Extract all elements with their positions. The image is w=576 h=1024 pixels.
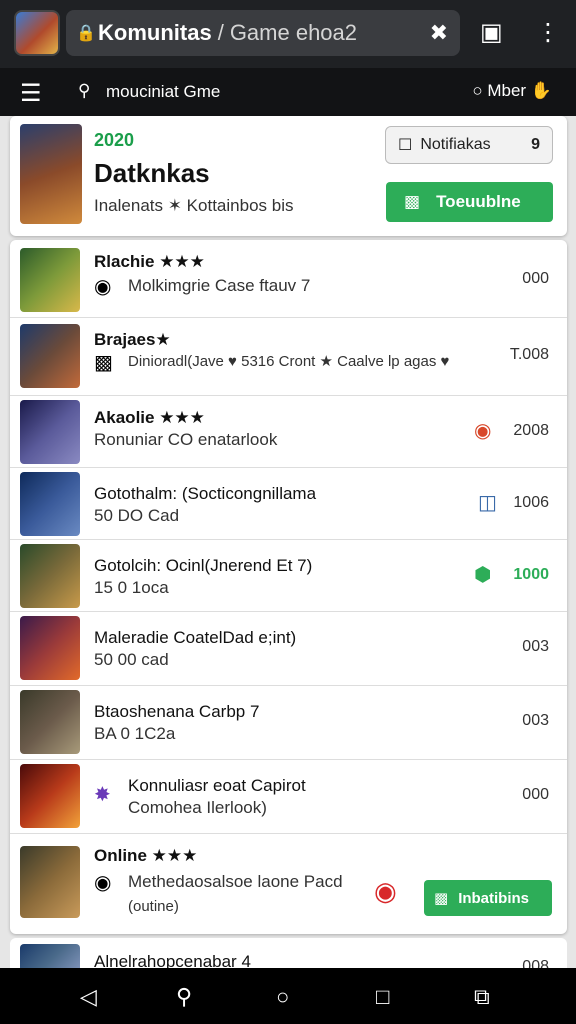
game-thumbnail: [20, 616, 80, 680]
community-header: 2020 Datknkas Inalenats ✶ Kottainbos bis…: [10, 116, 567, 236]
system-nav-bar: ◁ ⚲ ○ □ ⧉: [0, 968, 576, 1024]
swirl-icon: ✸: [94, 784, 111, 806]
title-bar[interactable]: 🔒 Komunitas / Game ehoa2 ✖: [66, 10, 460, 56]
community-avatar: [20, 124, 82, 224]
search-icon[interactable]: ⚲: [176, 984, 192, 1010]
sub-bar: ☰ ⚲ mouciniat Gme ○ Mber ✋: [0, 68, 576, 116]
item-subtitle: BA 0 1C2a: [94, 724, 176, 743]
item-subtitle: Comohea Ilerlook): [128, 798, 267, 817]
item-title: Btaoshenana Carbp 7: [94, 702, 260, 721]
join-button[interactable]: ▩ Toeuublne: [386, 182, 553, 222]
header-badge: 2020: [94, 130, 135, 150]
item-subtitle: 50 00 cad: [94, 650, 169, 669]
game-thumbnail: [20, 846, 80, 918]
alert-icon[interactable]: ◉: [374, 876, 397, 907]
item-title: Rlachie ★★★: [94, 252, 205, 271]
item-value: 000: [522, 270, 549, 287]
bell-icon: ☐: [398, 137, 413, 154]
item-title: Maleradie CoatelDad e;int): [94, 628, 297, 647]
page-title: Komunitas: [98, 20, 212, 45]
item-title: Konnuliasr eoat Capirot: [128, 776, 306, 795]
hand-icon: ✋: [530, 81, 552, 100]
post-icon: ▩: [94, 352, 113, 374]
game-thumbnail: [20, 764, 80, 828]
back-icon[interactable]: ◁: [80, 984, 97, 1010]
page-subtitle: Game ehoa2: [229, 20, 358, 45]
search-icon[interactable]: ⚲: [78, 81, 90, 101]
item-title: Brajaes★: [94, 330, 171, 349]
item-subtitle: 15 0 1oca: [94, 578, 169, 597]
list-item[interactable]: Rlachie ★★★ ◉ Molkimgrie Case ftauv 7 00…: [10, 240, 567, 318]
list-item[interactable]: Gotothalm: (Socticongnillama 50 DO Cad ◫…: [10, 468, 567, 540]
game-thumbnail: [20, 400, 80, 464]
search-text[interactable]: mouciniat Gme: [106, 82, 220, 102]
item-value: 1006: [513, 494, 549, 511]
item-value: T.008: [509, 346, 549, 363]
online-button[interactable]: ▩ Inbatibins: [424, 880, 552, 916]
notifications-button[interactable]: ☐ Notifiakas 9: [385, 126, 553, 164]
app-bar: 🔒 Komunitas / Game ehoa2 ✖ ▣ ⋮: [0, 0, 576, 68]
item-title: Gotolcih: Ocinl(Jnerend Et 7): [94, 556, 313, 575]
user-icon: ○: [472, 81, 483, 100]
item-value: 000: [522, 786, 549, 803]
list-item[interactable]: Akaolie ★★★ Ronuniar CO enatarlook ◉ 200…: [10, 396, 567, 468]
item-title: Akaolie ★★★: [94, 408, 205, 427]
game-thumbnail: [20, 544, 80, 608]
user-label: Mber: [487, 81, 527, 100]
avatar: ◉: [94, 276, 112, 298]
item-subtitle-2: (outine): [128, 898, 179, 915]
online-label: Inbatibins: [458, 889, 530, 907]
list-item[interactable]: Maleradie CoatelDad e;int) 50 00 cad 003: [10, 612, 567, 686]
item-title: Online ★★★: [94, 846, 198, 865]
user-menu[interactable]: ○ Mber ✋: [472, 81, 552, 101]
camera-icon[interactable]: ▣: [480, 18, 503, 47]
shield-icon: ⬢: [474, 564, 492, 586]
game-thumbnail: [20, 472, 80, 536]
item-value: 1000: [513, 566, 549, 583]
item-subtitle: Dinioradl(Jave ♥ 5316 Cront ★ Caalve lp …: [128, 353, 450, 370]
switch-icon[interactable]: ⧉: [474, 984, 490, 1010]
list-item[interactable]: Online ★★★ ◉ Methedaosalsoe laone Pacd (…: [10, 834, 567, 934]
notifications-count: 9: [531, 136, 540, 153]
item-subtitle: 50 DO Cad: [94, 506, 180, 525]
lock-icon: 🔒: [76, 25, 96, 42]
notifications-label: Notifiakas: [420, 136, 491, 153]
item-subtitle: Molkimgrie Case ftauv 7: [128, 276, 311, 295]
tool-icon[interactable]: ✖: [430, 20, 448, 46]
game-thumbnail: [20, 324, 80, 388]
item-subtitle: Methedaosalsoe laone Pacd: [128, 872, 343, 891]
item-subtitle: Ronuniar CO enatarlook: [94, 430, 278, 449]
game-list: Rlachie ★★★ ◉ Molkimgrie Case ftauv 7 00…: [10, 240, 567, 934]
item-value: 003: [522, 638, 549, 655]
list-item[interactable]: ✸ Konnuliasr eoat Capirot Comohea Ilerlo…: [10, 760, 567, 834]
online-icon: ▩: [434, 890, 449, 907]
list-item[interactable]: Brajaes★ ▩ Dinioradl(Jave ♥ 5316 Cront ★…: [10, 318, 567, 396]
item-value: 003: [522, 712, 549, 729]
avatar: ◉: [94, 872, 112, 894]
app-icon[interactable]: [14, 10, 60, 56]
game-thumbnail: [20, 248, 80, 312]
item-title: Gotothalm: (Socticongnillama: [94, 484, 317, 503]
game-thumbnail: [20, 690, 80, 754]
item-value: 2008: [513, 422, 549, 439]
join-label: Toeuublne: [436, 192, 521, 211]
header-subtitle: Inalenats ✶ Kottainbos bis: [94, 196, 294, 215]
list-item[interactable]: Btaoshenana Carbp 7 BA 0 1C2a 003: [10, 686, 567, 760]
monster-icon: ◉: [474, 420, 492, 442]
title-separator: /: [217, 20, 224, 45]
recents-icon[interactable]: □: [376, 984, 389, 1010]
home-icon[interactable]: ○: [276, 984, 289, 1010]
list-item[interactable]: Gotolcih: Ocinl(Jnerend Et 7) 15 0 1oca …: [10, 540, 567, 612]
join-icon: ▩: [404, 192, 421, 211]
trash-icon[interactable]: ◫: [478, 490, 497, 515]
menu-icon[interactable]: ☰: [20, 79, 42, 108]
more-icon[interactable]: ⋮: [536, 18, 560, 47]
header-title: Datknkas: [94, 158, 210, 188]
